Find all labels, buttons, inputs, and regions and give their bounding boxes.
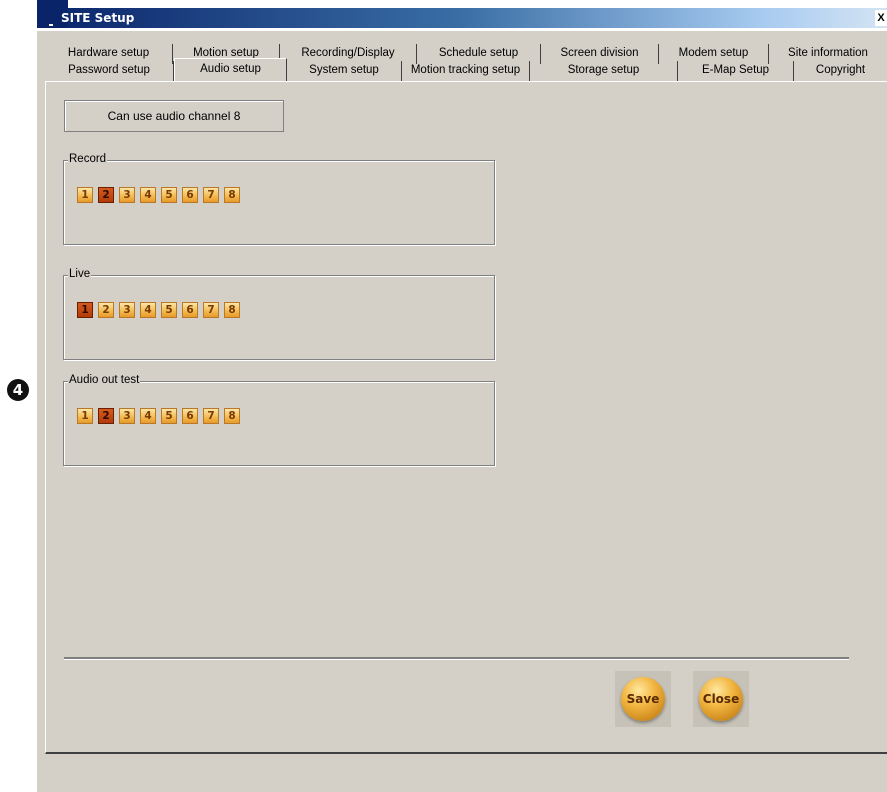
save-button-frame: Save (615, 671, 671, 727)
tab-audio-setup[interactable]: Audio setup (174, 58, 287, 81)
close-icon[interactable]: X (875, 10, 887, 26)
live-group-label: Live (68, 268, 92, 280)
live-channel-5[interactable]: 5 (161, 302, 177, 318)
live-channel-8[interactable]: 8 (224, 302, 240, 318)
tab-row-2: Password setup Audio setup System setup … (45, 58, 887, 82)
tab-copyright[interactable]: Copyright (794, 61, 887, 81)
audio-channel-info: Can use audio channel 8 (64, 100, 284, 132)
tab-system-setup[interactable]: System setup (287, 61, 402, 81)
live-channel-3[interactable]: 3 (119, 302, 135, 318)
tab-storage-setup[interactable]: Storage setup (530, 61, 678, 81)
close-button-frame: Close (693, 671, 749, 727)
tab-password-setup[interactable]: Password setup (45, 61, 174, 81)
app-icon-mark (49, 24, 53, 26)
record-channel-5[interactable]: 5 (161, 187, 177, 203)
audio-out-test-group-label: Audio out test (68, 374, 141, 386)
audio-out-channel-8[interactable]: 8 (224, 408, 240, 424)
audio-out-test-channels: 1 2 3 4 5 6 7 8 (77, 408, 245, 424)
audio-out-channel-2[interactable]: 2 (98, 408, 114, 424)
record-group: Record 1 2 3 4 5 6 7 8 (63, 153, 495, 245)
window-title: SITE Setup (61, 11, 135, 25)
live-channel-6[interactable]: 6 (182, 302, 198, 318)
save-button[interactable]: Save (621, 677, 665, 721)
audio-out-channel-3[interactable]: 3 (119, 408, 135, 424)
tab-emap-setup[interactable]: E-Map Setup (678, 61, 794, 81)
record-channel-2[interactable]: 2 (98, 187, 114, 203)
audio-out-channel-1[interactable]: 1 (77, 408, 93, 424)
tab-strip: Hardware setup Motion setup Recording/Di… (45, 40, 887, 82)
record-channels: 1 2 3 4 5 6 7 8 (77, 187, 245, 203)
live-channel-1[interactable]: 1 (77, 302, 93, 318)
live-channel-4[interactable]: 4 (140, 302, 156, 318)
live-channels: 1 2 3 4 5 6 7 8 (77, 302, 245, 318)
title-bar[interactable]: SITE Setup X (37, 0, 887, 31)
record-channel-3[interactable]: 3 (119, 187, 135, 203)
callout-marker: 4 (7, 379, 29, 401)
audio-out-channel-5[interactable]: 5 (161, 408, 177, 424)
record-channel-6[interactable]: 6 (182, 187, 198, 203)
record-group-label: Record (68, 153, 108, 165)
live-channel-2[interactable]: 2 (98, 302, 114, 318)
record-channel-1[interactable]: 1 (77, 187, 93, 203)
record-channel-7[interactable]: 7 (203, 187, 219, 203)
tab-motion-tracking-setup[interactable]: Motion tracking setup (402, 61, 530, 81)
record-channel-8[interactable]: 8 (224, 187, 240, 203)
audio-out-channel-6[interactable]: 6 (182, 408, 198, 424)
record-channel-4[interactable]: 4 (140, 187, 156, 203)
site-setup-window: SITE Setup X Hardware setup Motion setup… (37, 0, 887, 792)
footer-separator (64, 657, 849, 660)
close-button[interactable]: Close (699, 677, 743, 721)
audio-setup-panel: Can use audio channel 8 Record 1 2 3 4 5… (45, 82, 887, 754)
audio-out-test-group: Audio out test 1 2 3 4 5 6 7 8 (63, 374, 495, 466)
audio-out-channel-7[interactable]: 7 (203, 408, 219, 424)
audio-out-channel-4[interactable]: 4 (140, 408, 156, 424)
title-bar-gradient (37, 8, 887, 28)
live-channel-7[interactable]: 7 (203, 302, 219, 318)
live-group: Live 1 2 3 4 5 6 7 8 (63, 268, 495, 360)
